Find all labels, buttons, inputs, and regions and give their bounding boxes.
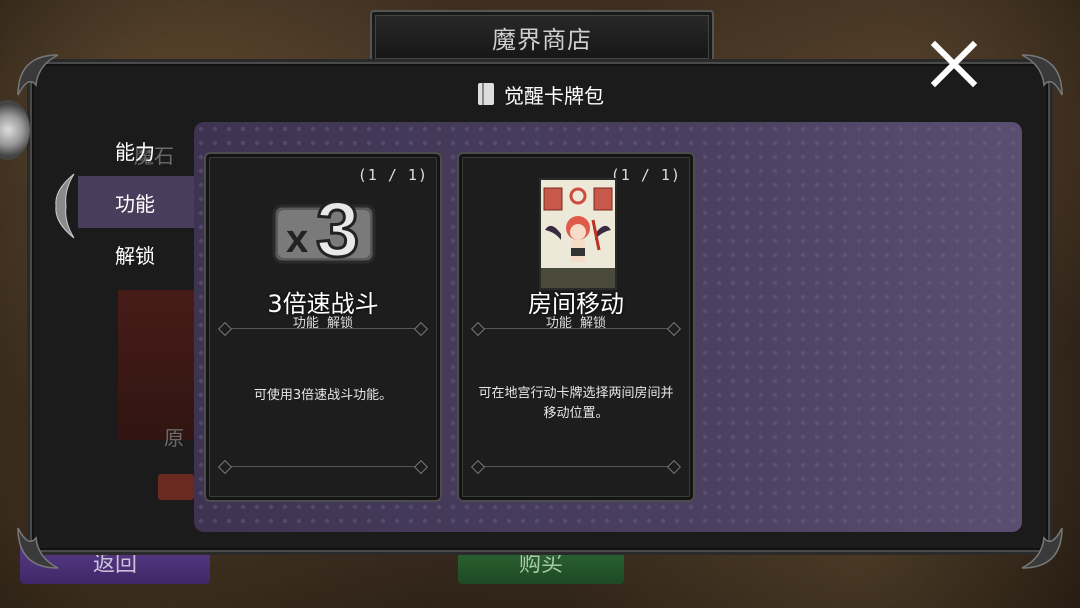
card-count: (1 / 1) bbox=[357, 166, 428, 184]
left-arrow-icon[interactable] bbox=[48, 170, 82, 242]
category-function[interactable]: 功能 bbox=[78, 176, 194, 228]
category-label: 解锁 bbox=[115, 243, 155, 268]
pack-header: 觉醒卡牌包 bbox=[478, 80, 604, 108]
card-description: 可使用3倍速战斗功能。 bbox=[253, 388, 393, 403]
corner-ornament-icon bbox=[17, 54, 59, 96]
x3-speed-icon: x 3 bbox=[272, 186, 376, 268]
category-ability[interactable]: 能力 bbox=[78, 124, 194, 176]
card-item[interactable]: (1 / 1) x 3 3倍速战斗 功能 解锁 可使用3倍速战斗功能。 bbox=[204, 152, 442, 502]
card-pack-icon bbox=[478, 83, 494, 105]
pack-title: 觉醒卡牌包 bbox=[504, 83, 604, 108]
svg-text:3: 3 bbox=[316, 186, 359, 268]
card-item[interactable]: (1 / 1) 房间移动 功能 解锁 可在地宫行动卡牌选择两间房间并移动位置。 bbox=[457, 152, 695, 502]
card-description: 可在地宫行动卡牌选择两间房间并移动位置。 bbox=[478, 386, 674, 421]
corner-ornament-icon bbox=[17, 527, 59, 569]
category-label: 能力 bbox=[115, 139, 155, 164]
close-button[interactable] bbox=[926, 36, 982, 92]
card-divider bbox=[477, 466, 675, 467]
card-count: (1 / 1) bbox=[610, 166, 681, 184]
card-divider bbox=[477, 328, 675, 329]
room-move-card-art bbox=[539, 178, 617, 290]
svg-text:x: x bbox=[286, 217, 308, 261]
category-label: 功能 bbox=[115, 191, 155, 216]
card-divider bbox=[224, 328, 422, 329]
close-icon bbox=[930, 40, 978, 88]
category-list: 能力 功能 解锁 bbox=[78, 124, 194, 280]
card-divider bbox=[224, 466, 422, 467]
category-unlock[interactable]: 解锁 bbox=[78, 228, 194, 280]
shop-title: 魔界商店 bbox=[492, 25, 592, 54]
corner-ornament-icon bbox=[1021, 54, 1063, 96]
background-hint-text: 原 bbox=[164, 426, 184, 450]
background-button bbox=[158, 474, 194, 500]
corner-ornament-icon bbox=[1021, 527, 1063, 569]
shop-title-plate: 魔界商店 bbox=[370, 10, 714, 64]
background-card-image bbox=[118, 290, 198, 440]
